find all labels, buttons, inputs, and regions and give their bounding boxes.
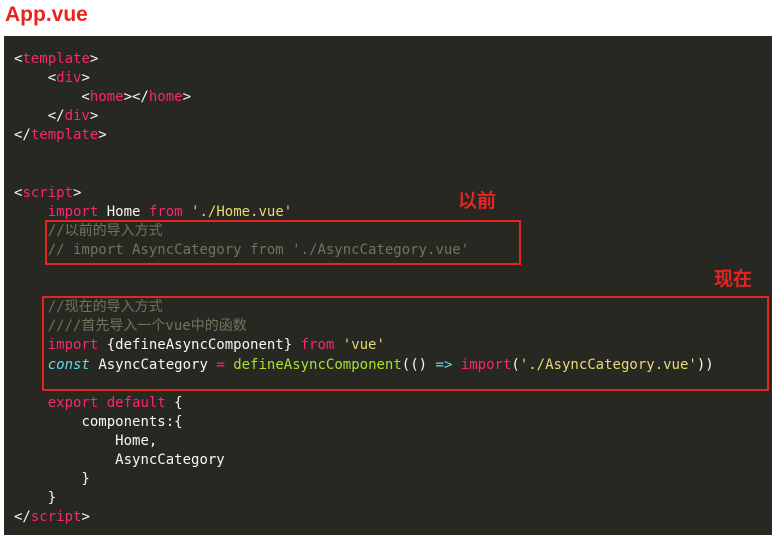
old-import-highlight-box [45, 220, 521, 265]
tag-home-close: home [148, 89, 183, 106]
tag-template-open: template [22, 51, 90, 67]
tag-template-close: template [30, 127, 99, 144]
new-import-highlight-box [42, 296, 769, 391]
code-line-23: } [14, 471, 90, 488]
code-line-8: <script> [14, 184, 82, 201]
keyword-export: export [47, 394, 99, 411]
new-import-label: 现在 [714, 269, 753, 290]
code-content: <template> <div> <home></home> </div> </t… [14, 50, 714, 527]
code-line-5: </template> [14, 127, 107, 144]
code-line-19: export default { [47, 394, 183, 411]
tag-div-close: div [64, 108, 90, 125]
code-line-1: <template> [14, 51, 99, 67]
file-title: App.vue [5, 3, 88, 26]
identifier-async-item: AsyncCategory [115, 451, 225, 468]
code-line-9: import Home from './Home.vue' [14, 203, 714, 222]
code-line-21: Home, [14, 432, 714, 451]
code-line-2: <div> [14, 70, 90, 87]
keyword-from: from [148, 203, 183, 220]
identifier-home: Home [106, 203, 141, 220]
code-line-22: AsyncCategory [14, 451, 714, 470]
keyword-import: import [47, 203, 99, 220]
keyword-default: default [106, 394, 166, 411]
code-line-4: </div> [14, 108, 99, 125]
code-line-3: <home></home> [14, 89, 192, 106]
code-line-25: </script> [14, 509, 90, 526]
code-block: <template> <div> <home></home> </div> </t… [4, 36, 772, 535]
tag-script-open: script [22, 184, 74, 201]
identifier-components: components:{ [81, 413, 183, 430]
code-line-20: components:{ [14, 413, 714, 432]
identifier-home-item: Home, [115, 432, 158, 449]
code-line-24: } [14, 490, 57, 507]
tag-script-close: script [30, 509, 82, 526]
tag-div-open: div [56, 70, 82, 87]
old-import-label: 以前 [458, 191, 497, 212]
string-home-path: './Home.vue' [191, 203, 293, 220]
tag-home-open: home [89, 89, 124, 106]
